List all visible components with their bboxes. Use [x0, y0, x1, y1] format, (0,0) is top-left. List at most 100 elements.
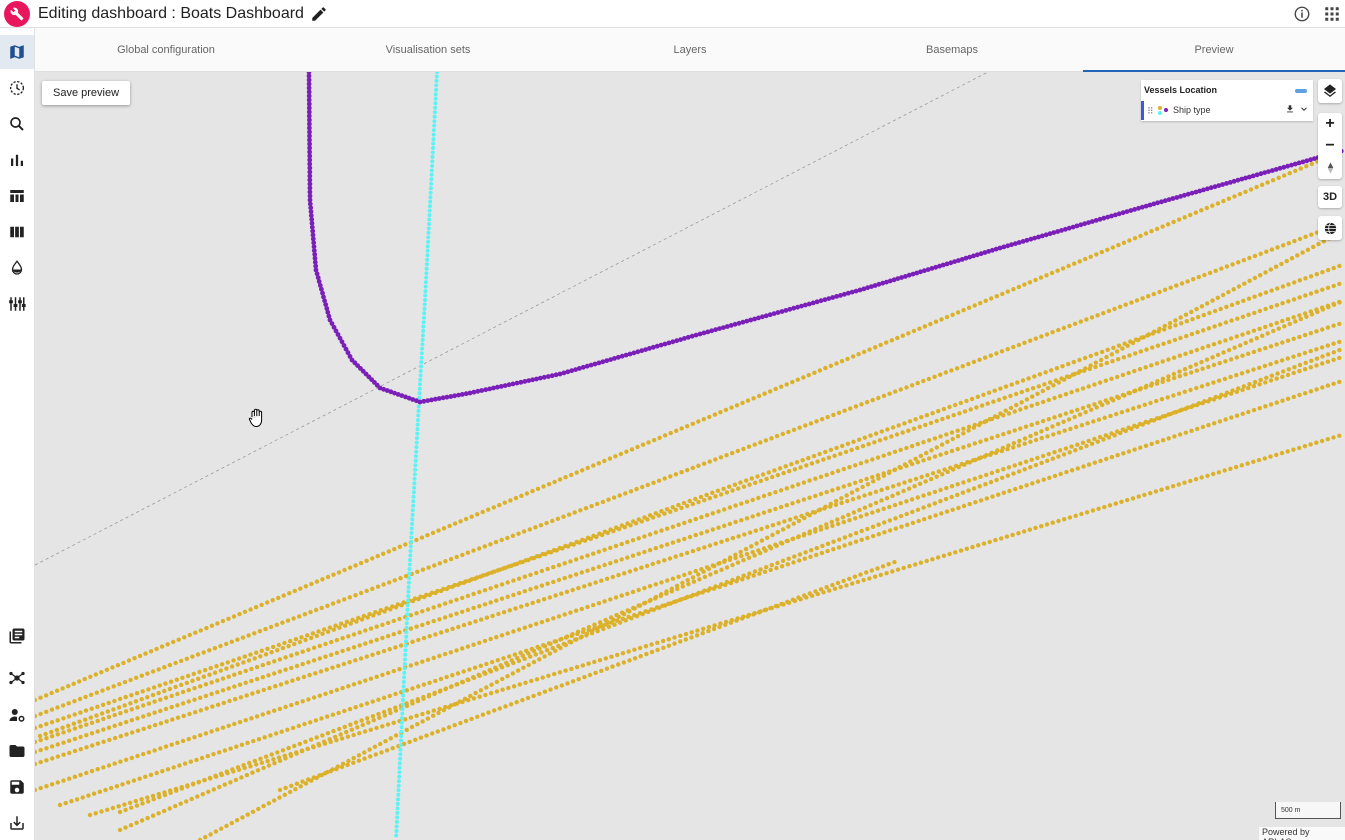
track-point — [1077, 357, 1082, 363]
sidebar-item-timeline[interactable] — [0, 71, 34, 105]
track-point — [427, 213, 432, 218]
track-point — [534, 677, 540, 682]
sidebar-item-user-settings[interactable] — [0, 698, 34, 732]
sidebar-item-analytics[interactable] — [0, 143, 34, 177]
track-point — [1056, 327, 1061, 333]
track-point — [1279, 261, 1284, 267]
tab-preview[interactable]: Preview — [1083, 28, 1345, 72]
map-canvas[interactable]: Save preview Vessels Location ⠿ Ship typ… — [35, 72, 1345, 840]
track-point — [951, 413, 956, 418]
track-point — [618, 451, 624, 457]
track-point — [702, 545, 707, 550]
sidebar-item-columns[interactable] — [0, 215, 34, 249]
track-point — [185, 784, 190, 789]
legend-layer-row[interactable]: ⠿ Ship type — [1141, 101, 1313, 120]
track-point — [266, 710, 271, 715]
track-point — [489, 659, 495, 665]
drag-handle-icon[interactable]: ⠿ — [1147, 106, 1154, 117]
sidebar-item-save[interactable] — [0, 770, 34, 804]
track-point — [684, 550, 690, 556]
chevron-down-icon[interactable] — [1299, 104, 1309, 114]
track-point — [404, 634, 409, 639]
track-point — [870, 510, 875, 515]
track-point — [1088, 254, 1093, 259]
map-attribution[interactable]: Powered by ARLAS. — [1259, 827, 1345, 840]
sidebar-item-search[interactable] — [0, 107, 34, 141]
track-point — [152, 710, 157, 715]
track-point — [418, 377, 423, 382]
track-point — [67, 776, 72, 781]
track-point — [809, 548, 814, 553]
track-point — [929, 448, 934, 453]
track-point — [1240, 411, 1245, 416]
track-point — [850, 354, 856, 359]
track-point — [619, 557, 624, 562]
track-point — [1006, 430, 1012, 435]
track-point — [434, 78, 439, 83]
sidebar-item-table[interactable] — [0, 179, 34, 213]
track-point — [754, 541, 759, 546]
compass-button[interactable] — [1318, 157, 1342, 179]
layers-control[interactable] — [1318, 79, 1342, 103]
track-point — [299, 749, 305, 754]
sidebar-item-folder[interactable] — [0, 734, 34, 768]
download-icon[interactable] — [1285, 104, 1295, 114]
zoom-out-button[interactable]: − — [1318, 135, 1342, 157]
sidebar-item-map[interactable] — [0, 35, 34, 69]
track-point — [1308, 442, 1313, 447]
edit-title-icon[interactable] — [310, 5, 328, 23]
track-point — [857, 507, 862, 513]
track-point — [261, 765, 266, 771]
track-point — [181, 713, 186, 719]
3d-toggle-button[interactable]: 3D — [1318, 186, 1342, 208]
track-point — [84, 770, 89, 776]
track-point — [105, 807, 110, 812]
track-point — [1089, 407, 1094, 412]
track-point — [794, 460, 800, 465]
track-point — [563, 475, 568, 480]
save-preview-button[interactable]: Save preview — [42, 81, 131, 105]
track-point — [1127, 238, 1132, 243]
tab-layers[interactable]: Layers — [559, 28, 821, 71]
tab-global-configuration[interactable]: Global configuration — [35, 28, 297, 71]
sidebar-item-library[interactable] — [0, 619, 34, 653]
track-point — [807, 591, 812, 596]
track-point — [862, 435, 867, 440]
track-point — [977, 484, 982, 489]
track-point — [325, 574, 331, 580]
info-icon[interactable] — [1293, 5, 1311, 23]
track-point — [670, 524, 676, 529]
track-point — [292, 743, 297, 749]
sidebar-item-download[interactable] — [0, 806, 34, 840]
tab-bar: Global configuration Visualisation sets … — [35, 28, 1345, 72]
track-point — [591, 533, 596, 538]
tab-visualisation-sets[interactable]: Visualisation sets — [297, 28, 559, 71]
tab-basemaps[interactable]: Basemaps — [821, 28, 1083, 71]
track-point — [283, 655, 288, 660]
track-point — [862, 493, 867, 498]
apps-grid-icon[interactable] — [1323, 5, 1341, 23]
track-point — [362, 756, 367, 761]
track-point — [37, 733, 43, 739]
zoom-in-button[interactable]: + — [1318, 113, 1342, 135]
sidebar-item-filters[interactable] — [0, 287, 34, 321]
track-point — [49, 744, 55, 749]
track-point — [72, 748, 78, 754]
track-point — [904, 445, 909, 451]
globe-control[interactable] — [1318, 216, 1342, 240]
track-point — [1166, 357, 1171, 362]
track-point — [796, 518, 802, 524]
legend-visibility-toggle[interactable] — [1295, 89, 1307, 93]
track-point — [1196, 401, 1202, 406]
app-logo[interactable] — [4, 0, 30, 27]
track-point — [878, 572, 883, 578]
track-point — [494, 689, 500, 694]
track-point — [416, 596, 421, 602]
track-point — [616, 614, 621, 620]
sidebar-item-hub[interactable] — [0, 661, 34, 695]
track-point — [1062, 517, 1067, 522]
track-point — [340, 685, 345, 691]
track-point — [533, 652, 538, 657]
track-point — [263, 626, 268, 632]
sidebar-item-style[interactable] — [0, 251, 34, 285]
